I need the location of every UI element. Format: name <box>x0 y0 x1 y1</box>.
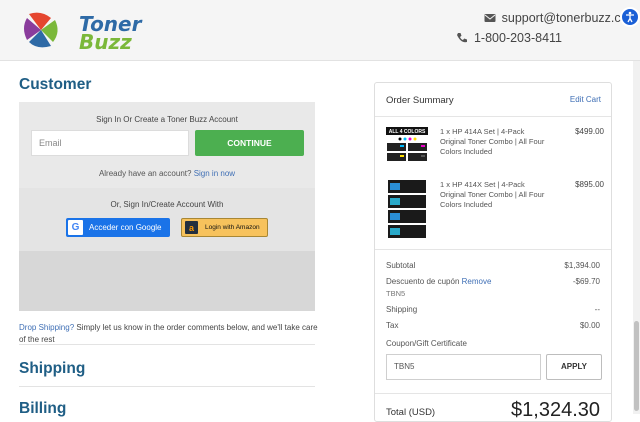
drop-shipping-note: Drop Shipping? Simply let us know in the… <box>19 322 319 346</box>
shipping-row: Shipping -- <box>386 305 600 314</box>
site-header: Toner Buzz support@tonerbuzz.com 1-800-2… <box>0 0 640 61</box>
amazon-signin-label: Login with Amazon <box>205 224 260 231</box>
support-email-text: support@tonerbuzz.com <box>501 11 638 25</box>
tax-row: Tax $0.00 <box>386 321 600 330</box>
scrollbar-thumb[interactable] <box>634 321 639 411</box>
social-signin-title: Or, Sign In/Create Account With <box>110 200 224 209</box>
summary-divider <box>375 393 611 394</box>
total-value: $1,324.30 <box>511 399 600 421</box>
order-summary-title: Order Summary <box>386 95 454 106</box>
customer-heading: Customer <box>19 76 92 93</box>
already-account-label: Already have an account? <box>98 169 192 178</box>
shipping-value: -- <box>594 305 600 314</box>
apply-coupon-button[interactable]: APPLY <box>546 354 602 380</box>
edit-cart-link[interactable]: Edit Cart <box>570 95 601 104</box>
cart-item-description: 1 x HP 414A Set | 4-Pack Original Toner … <box>440 127 545 156</box>
toner-414x-image <box>388 180 426 238</box>
cart-item-price: $499.00 <box>575 127 604 136</box>
google-signin-button[interactable]: G Acceder con Google <box>66 218 170 237</box>
summary-divider <box>375 116 611 117</box>
accessibility-button[interactable] <box>620 7 640 27</box>
social-signin-area: Or, Sign In/Create Account With G Accede… <box>19 188 315 311</box>
google-signin-label: Acceder con Google <box>89 223 162 232</box>
order-summary-panel: Order Summary Edit Cart ALL 4 COLORS 1 x… <box>374 82 612 422</box>
discount-value: -$69.70 <box>572 277 600 286</box>
shipping-heading[interactable]: Shipping <box>19 360 85 378</box>
phone-icon <box>456 33 467 43</box>
coupon-code-input[interactable]: TBN5 <box>386 354 541 380</box>
tax-value: $0.00 <box>579 321 600 330</box>
remove-coupon-link[interactable]: Remove <box>462 277 492 286</box>
logo-pinwheel-icon <box>24 12 58 48</box>
cart-item-description: 1 x HP 414X Set | 4-Pack Original Toner … <box>440 180 545 209</box>
section-divider <box>19 386 315 387</box>
amazon-icon: a <box>185 221 198 234</box>
subtotal-row: Subtotal $1,394.00 <box>386 261 600 270</box>
signin-panel: Sign In Or Create a Toner Buzz Account E… <box>19 102 315 311</box>
social-signin-header: Or, Sign In/Create Account With G Accede… <box>19 188 315 251</box>
page-scrollbar[interactable] <box>633 61 640 414</box>
summary-divider <box>375 249 611 250</box>
billing-heading[interactable]: Billing <box>19 400 66 418</box>
logo-text-buzz: Buzz <box>79 30 132 54</box>
cart-item-price: $895.00 <box>575 180 604 189</box>
section-divider <box>19 344 315 345</box>
toner-414a-image: ALL 4 COLORS <box>386 127 428 161</box>
continue-button[interactable]: CONTINUE <box>195 130 304 156</box>
envelope-icon <box>484 14 496 22</box>
sign-in-now-link[interactable]: Sign in now <box>194 169 235 178</box>
coupon-label: Coupon/Gift Certificate <box>386 339 467 348</box>
support-phone-text: 1-800-203-8411 <box>473 31 562 45</box>
applied-coupon-code: TBN5 <box>386 289 406 298</box>
all-colors-badge: ALL 4 COLORS <box>389 129 426 135</box>
discount-label: Descuento de cupón <box>386 277 460 286</box>
support-phone-link[interactable]: 1-800-203-8411 <box>456 31 562 45</box>
accessibility-icon <box>626 11 634 23</box>
signin-title: Sign In Or Create a Toner Buzz Account <box>96 115 238 124</box>
drop-shipping-link[interactable]: Drop Shipping? <box>19 323 74 332</box>
google-icon: G <box>68 220 83 235</box>
subtotal-label: Subtotal <box>386 261 416 270</box>
toner-buzz-logo[interactable]: Toner Buzz <box>21 10 141 52</box>
amazon-signin-button[interactable]: a Login with Amazon <box>181 218 268 237</box>
tax-label: Tax <box>386 321 399 330</box>
subtotal-value: $1,394.00 <box>564 261 600 270</box>
support-email-link[interactable]: support@tonerbuzz.com <box>484 11 638 25</box>
discount-row: Descuento de cupón Remove -$69.70 <box>386 277 600 286</box>
email-field[interactable]: Email <box>31 130 189 156</box>
already-account-text: Already have an account? Sign in now <box>19 169 315 178</box>
total-label: Total (USD) <box>386 407 436 418</box>
shipping-label: Shipping <box>386 305 418 314</box>
